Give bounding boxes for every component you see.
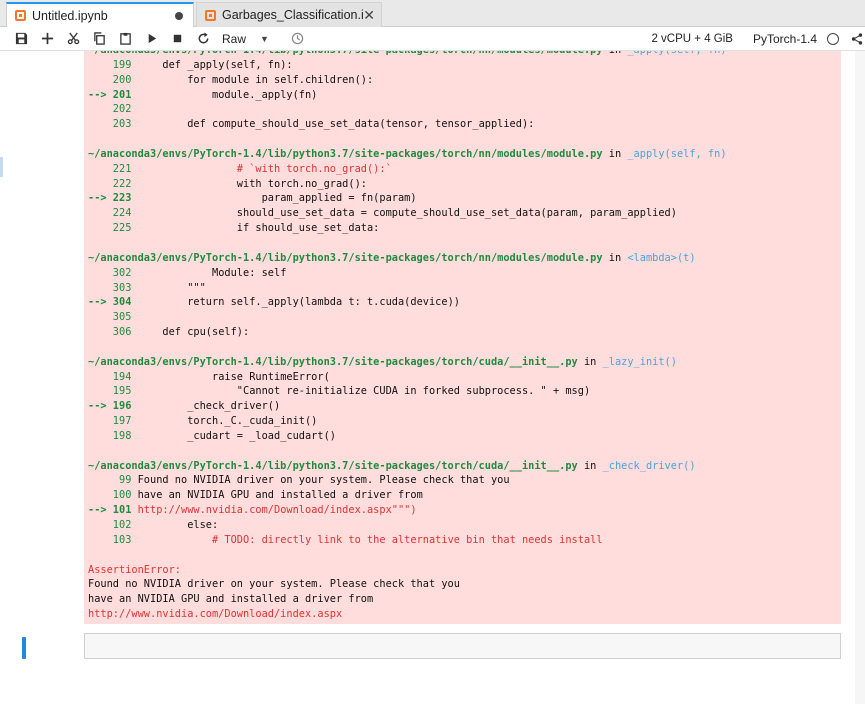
traceback-line: 202 <box>88 103 132 116</box>
notebook-toolbar: Raw ▼ 2 vCPU + 4 GiB PyTorch-1.4 <box>0 27 865 51</box>
traceback-line: ~/anaconda3/envs/PyTorch-1.4/lib/python3… <box>88 147 727 160</box>
tab-garbages-classification[interactable]: Garbages_Classification.ipynl ✕ <box>196 2 382 27</box>
scrollbar[interactable] <box>855 51 865 704</box>
notebook-icon <box>205 9 216 21</box>
traceback-line <box>88 236 841 251</box>
save-icon <box>15 32 27 45</box>
traceback-line: 306 def cpu(self): <box>88 326 250 339</box>
restart-icon <box>198 32 208 44</box>
copy-button[interactable] <box>86 27 112 51</box>
traceback-line <box>88 340 841 355</box>
traceback-line <box>88 548 841 563</box>
traceback-line: AssertionError: <box>88 563 181 576</box>
traceback-line: have an NVIDIA GPU and installed a drive… <box>88 593 374 606</box>
traceback-line: 305 <box>88 311 132 324</box>
paste-button[interactable] <box>112 27 138 51</box>
code-cell-input[interactable] <box>84 633 841 659</box>
scissors-icon <box>67 32 79 45</box>
traceback-line: 225 if should_use_set_data: <box>88 222 380 235</box>
tab-label: Garbages_Classification.ipynl <box>222 8 364 22</box>
traceback-line: ~/anaconda3/envs/PyTorch-1.4/lib/python3… <box>88 51 841 58</box>
notebook-icon <box>15 10 26 21</box>
traceback-line: ~/anaconda3/envs/PyTorch-1.4/lib/python3… <box>88 459 696 472</box>
traceback-line: 100 have an NVIDIA GPU and installed a d… <box>88 489 423 502</box>
run-button[interactable] <box>138 27 164 51</box>
copy-icon <box>93 32 105 45</box>
traceback-line: 198 _cudart = _load_cudart() <box>88 429 336 442</box>
traceback-line: 195 "Cannot re-initialize CUDA in forked… <box>88 385 591 398</box>
close-icon[interactable]: ✕ <box>363 7 375 24</box>
traceback-line: 200 for module in self.children(): <box>88 73 374 86</box>
toolbar-right: 2 vCPU + 4 GiB PyTorch-1.4 <box>651 27 865 51</box>
kernel-name-button[interactable]: PyTorch-1.4 <box>753 32 817 46</box>
traceback-line: --> 101 http://www.nvidia.com/Download/i… <box>88 504 417 517</box>
traceback-line: 99 Found no NVIDIA driver on your system… <box>88 474 510 487</box>
traceback-line: 224 should_use_set_data = compute_should… <box>88 207 677 220</box>
traceback-line: --> 223 param_applied = fn(param) <box>88 192 417 205</box>
paste-icon <box>119 32 131 45</box>
traceback-line: http://www.nvidia.com/Download/index.asp… <box>88 608 343 621</box>
tab-bar: Untitled.ipynb Garbages_Classification.i… <box>0 0 865 27</box>
unsaved-dot-icon[interactable] <box>175 11 183 20</box>
save-button[interactable] <box>8 27 34 51</box>
traceback-line: 303 """ <box>88 281 206 294</box>
traceback-line: --> 304 return self._apply(lambda t: t.c… <box>88 296 460 309</box>
restart-button[interactable] <box>190 27 216 51</box>
history-button[interactable] <box>285 27 311 51</box>
traceback-line: 102 else: <box>88 519 219 531</box>
circle-icon <box>827 33 839 45</box>
traceback-line: 194 raise RuntimeError( <box>88 370 330 383</box>
plus-icon <box>41 32 53 45</box>
notebook-panel[interactable]: ~/anaconda3/envs/PyTorch-1.4/lib/python3… <box>0 51 865 704</box>
chevron-down-icon: ▼ <box>260 33 269 44</box>
clock-icon <box>292 32 304 45</box>
traceback-line: 302 Module: self <box>88 266 287 279</box>
traceback-line <box>88 444 841 459</box>
active-cell-indicator <box>22 637 26 659</box>
traceback-line: 221 # `with torch.no_grad():` <box>88 162 392 175</box>
traceback-line: Found no NVIDIA driver on your system. P… <box>88 578 460 591</box>
cut-button[interactable] <box>60 27 86 51</box>
collapse-marker <box>0 157 3 177</box>
traceback-line: 197 torch._C._cuda_init() <box>88 415 318 428</box>
traceback-line: ~/anaconda3/envs/PyTorch-1.4/lib/python3… <box>88 355 677 368</box>
traceback-line: --> 201 module._apply(fn) <box>88 88 318 101</box>
share-icon[interactable] <box>851 33 863 45</box>
traceback-line: 222 with torch.no_grad(): <box>88 177 367 190</box>
tab-label: Untitled.ipynb <box>32 8 108 23</box>
cell-type-value: Raw <box>222 31 247 46</box>
traceback-line: ~/anaconda3/envs/PyTorch-1.4/lib/python3… <box>88 251 696 264</box>
error-output: ~/anaconda3/envs/PyTorch-1.4/lib/python3… <box>84 51 841 624</box>
traceback-line: 103 # TODO: directly link to the alterna… <box>88 533 603 546</box>
resource-indicator: 2 vCPU + 4 GiB <box>651 33 733 45</box>
play-icon <box>148 33 156 44</box>
cell-type-select[interactable]: Raw ▼ <box>222 32 269 46</box>
insert-cell-button[interactable] <box>34 27 60 51</box>
traceback-line: 203 def compute_should_use_set_data(tens… <box>88 118 535 131</box>
traceback-text: ~/anaconda3/envs/PyTorch-1.4/lib/python3… <box>88 51 841 622</box>
stop-icon <box>173 34 181 43</box>
traceback-line: --> 196 _check_driver() <box>88 400 281 413</box>
traceback-line <box>88 132 841 147</box>
traceback-line: 199 def _apply(self, fn): <box>88 58 293 71</box>
tab-untitled[interactable]: Untitled.ipynb <box>6 2 194 27</box>
interrupt-button[interactable] <box>164 27 190 51</box>
